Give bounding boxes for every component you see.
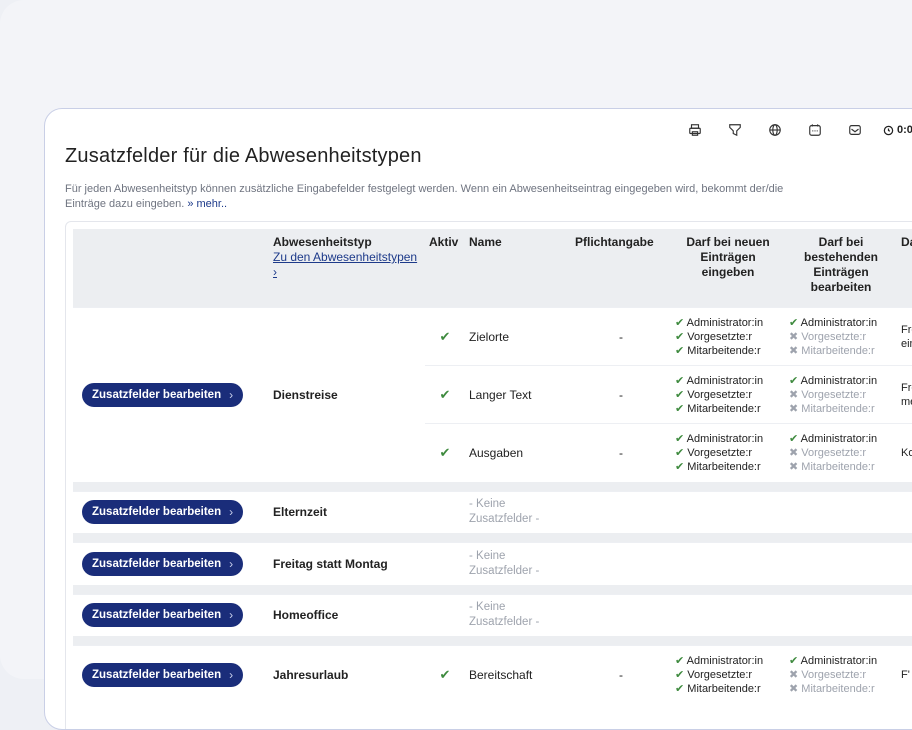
header-typ-label: Abwesenheitstyp xyxy=(273,235,372,249)
active-check-icon: ✔ xyxy=(425,423,465,482)
row-separator xyxy=(73,481,912,491)
type-elternzeit: Elternzeit xyxy=(269,490,425,533)
perm-bestehend: ✔ Administrator:in ✖ Vorgesetzte:r ✖ Mitar… xyxy=(785,423,897,482)
pflicht-value: - xyxy=(571,423,671,482)
pflicht-value: - xyxy=(571,365,671,424)
header-pflichtangabe: Pflichtangabe xyxy=(571,229,671,308)
no-fields-text: - Keine Zusatzfelder - xyxy=(465,593,671,636)
type-homeoffice: Homeoffice xyxy=(269,593,425,636)
table-row: Zusatzfelder bearbeiten › Freitag statt M… xyxy=(73,542,912,585)
table-container: Abwesenheitstyp Zu den Abwesenheitstypen… xyxy=(65,221,912,729)
toolbar: 0:0 xyxy=(675,119,912,141)
perm-bestehend: ✔ Administrator:in ✖ Vorgesetzte:r ✖ Mitar… xyxy=(785,365,897,424)
extra-cell: F' xyxy=(897,645,912,704)
type-jahresurlaub: Jahresurlaub xyxy=(269,645,425,704)
zusatzfelder-table: Abwesenheitstyp Zu den Abwesenheitstypen… xyxy=(73,229,912,704)
perm-neu: ✔ Administrator:in ✔ Vorgesetzte:r ✔ Mitar… xyxy=(671,365,785,424)
field-name: Ausgaben xyxy=(465,423,571,482)
no-fields-text: - Keine Zusatzfelder - xyxy=(465,490,671,533)
more-link[interactable]: » mehr.. xyxy=(187,198,227,210)
link-abwesenheitstypen[interactable]: Zu den Abwesenheitstypen › xyxy=(273,250,421,280)
table-row: Zusatzfelder bearbeiten › Elternzeit - Ke… xyxy=(73,490,912,533)
row-separator xyxy=(73,636,912,646)
calendar-icon[interactable] xyxy=(795,120,835,140)
extra-cell: Ko xyxy=(897,423,912,482)
extra-cell: Freein xyxy=(897,307,912,366)
zusatzfelder-bearbeiten-button[interactable]: Zusatzfelder bearbeiten › xyxy=(82,603,244,628)
intro-line1: Für jeden Abwesenheitstyp können zusätzl… xyxy=(65,183,784,195)
perm-bestehend: ✔ Administrator:in ✖ Vorgesetzte:r ✖ Mitar… xyxy=(785,307,897,366)
type-dienstreise: Dienstreise xyxy=(269,307,425,482)
field-name: Zielorte xyxy=(465,307,571,366)
globe-icon[interactable] xyxy=(755,120,795,140)
intro-line2: Einträge dazu eingeben. xyxy=(65,198,185,210)
table-row: Zusatzfelder bearbeiten › Jahresurlaub ✔ … xyxy=(73,645,912,704)
extra-cell: Freme xyxy=(897,365,912,424)
zusatzfelder-bearbeiten-button[interactable]: Zusatzfelder bearbeiten › xyxy=(82,662,244,687)
header-name: Name xyxy=(465,229,571,308)
header-typ: Abwesenheitstyp Zu den Abwesenheitstypen… xyxy=(269,229,425,308)
table-row: Zusatzfelder bearbeiten › Homeoffice - Ke… xyxy=(73,593,912,636)
header-bestehend: Darf bei bestehenden Einträgen bearbeite… xyxy=(785,229,897,308)
intro-text: Für jeden Abwesenheitstyp können zusätzl… xyxy=(65,182,912,212)
timer-value: 0:0 xyxy=(897,124,912,136)
row-separator xyxy=(73,533,912,543)
funnel-icon[interactable] xyxy=(715,120,755,140)
button-cell: Zusatzfelder bearbeiten › xyxy=(73,307,269,482)
zusatzfelder-bearbeiten-button[interactable]: Zusatzfelder bearbeiten › xyxy=(82,382,244,407)
row-separator xyxy=(73,584,912,594)
mail-icon[interactable] xyxy=(835,120,875,140)
zusatzfelder-bearbeiten-button[interactable]: Zusatzfelder bearbeiten › xyxy=(82,500,244,525)
printer-icon[interactable] xyxy=(675,120,715,140)
active-check-icon: ✔ xyxy=(425,307,465,366)
zusatzfelder-bearbeiten-button[interactable]: Zusatzfelder bearbeiten › xyxy=(82,551,244,576)
header-neu: Darf bei neuen Einträgen eingeben xyxy=(671,229,785,308)
pflicht-value: - xyxy=(571,307,671,366)
pflicht-value: - xyxy=(571,645,671,704)
no-fields-text: - Keine Zusatzfelder - xyxy=(465,542,671,585)
active-check-icon: ✔ xyxy=(425,645,465,704)
header-aktiv: Aktiv xyxy=(425,229,465,308)
table-header-row: Abwesenheitstyp Zu den Abwesenheitstypen… xyxy=(73,229,912,308)
button-cell: Zusatzfelder bearbeiten › xyxy=(73,593,269,636)
perm-neu: ✔ Administrator:in ✔ Vorgesetzte:r ✔ Mitar… xyxy=(671,307,785,366)
clock-icon xyxy=(883,125,894,135)
button-cell: Zusatzfelder bearbeiten › xyxy=(73,542,269,585)
field-name: Bereitschaft xyxy=(465,645,571,704)
button-cell: Zusatzfelder bearbeiten › xyxy=(73,490,269,533)
perm-neu: ✔ Administrator:in ✔ Vorgesetzte:r ✔ Mitar… xyxy=(671,423,785,482)
perm-neu: ✔ Administrator:in ✔ Vorgesetzte:r ✔ Mitar… xyxy=(671,645,785,704)
table-row: Zusatzfelder bearbeiten › Dienstreise ✔ Z… xyxy=(73,307,912,482)
main-card: 0:0 Zusatzfelder für die Abwesenheitstyp… xyxy=(44,108,912,730)
page-title: Zusatzfelder für die Abwesenheitstypen xyxy=(65,145,422,167)
active-check-icon: ✔ xyxy=(425,365,465,424)
type-freitag-statt-montag: Freitag statt Montag xyxy=(269,542,425,585)
button-cell: Zusatzfelder bearbeiten › xyxy=(73,645,269,704)
perm-bestehend: ✔ Administrator:in ✖ Vorgesetzte:r ✖ Mitar… xyxy=(785,645,897,704)
field-name: Langer Text xyxy=(465,365,571,424)
timer-display[interactable]: 0:0 xyxy=(883,124,912,136)
header-extra: Da xyxy=(897,229,912,308)
header-button-col xyxy=(73,229,269,308)
